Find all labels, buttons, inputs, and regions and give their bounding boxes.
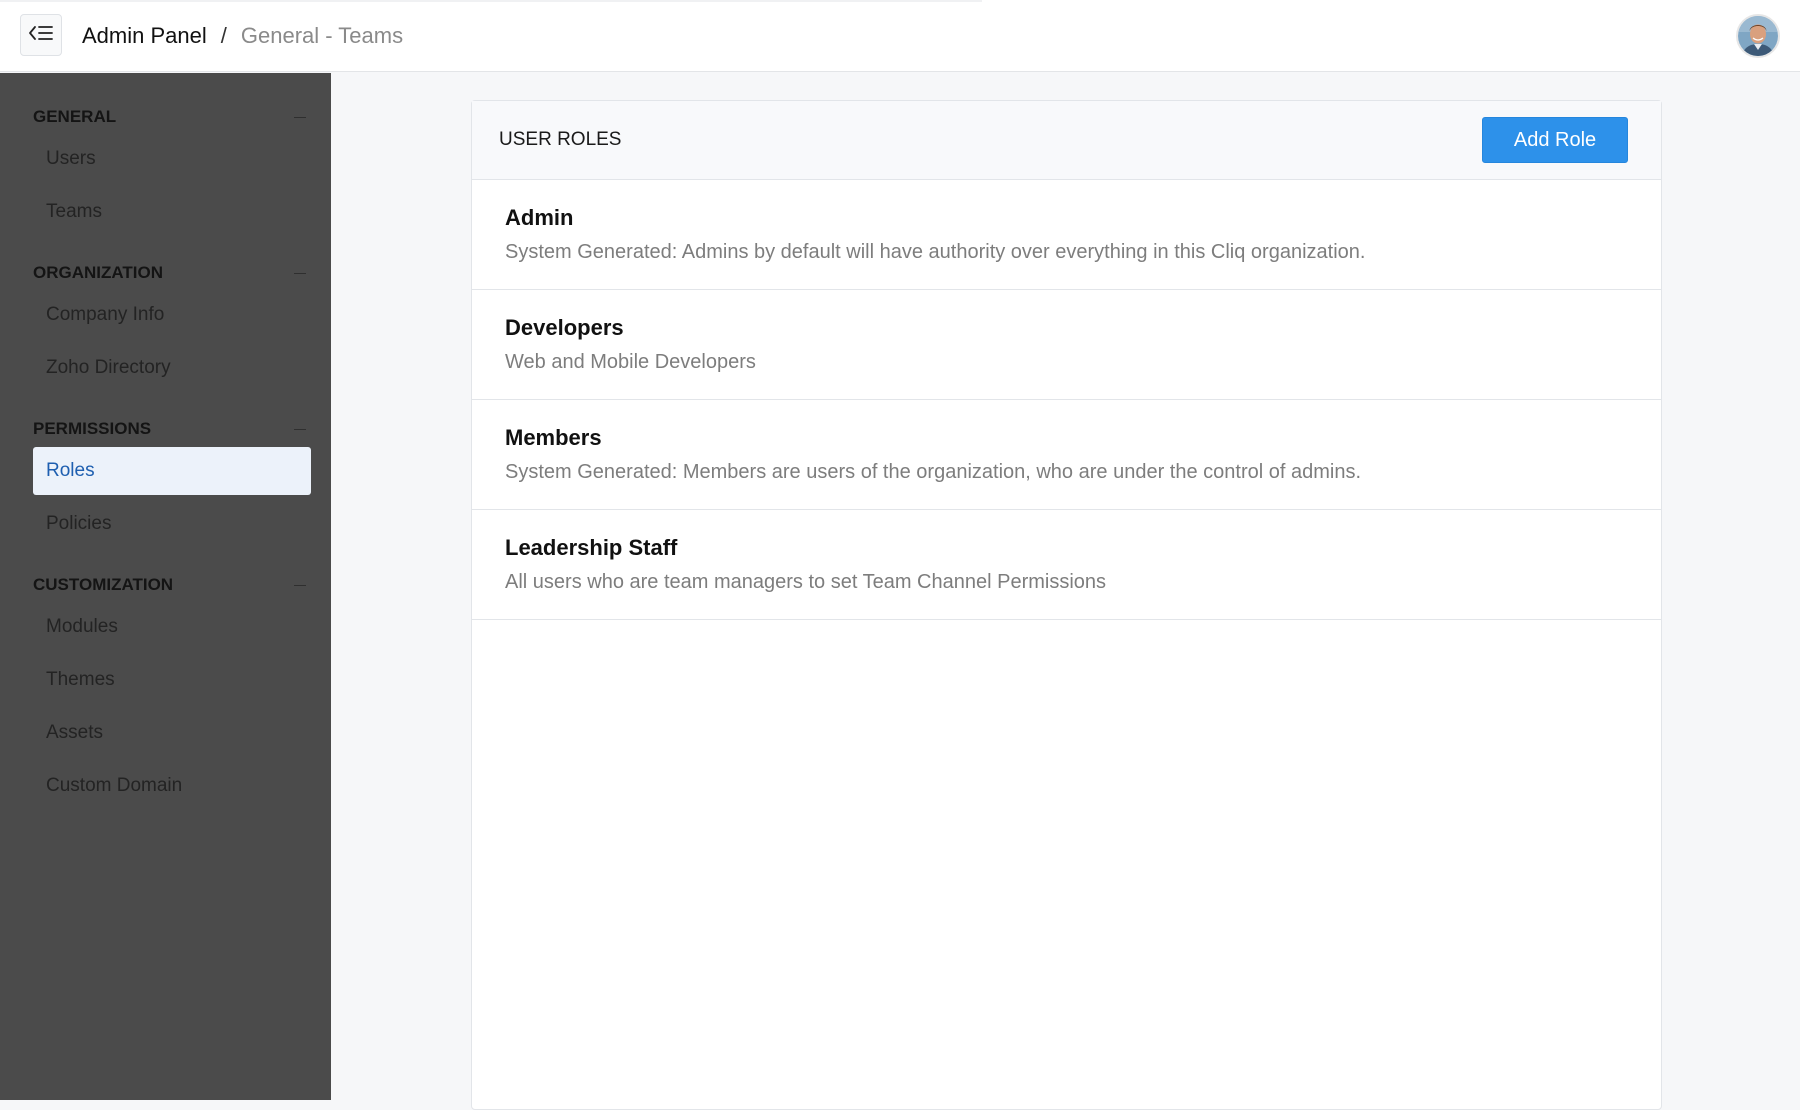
section-title: GENERAL: [33, 107, 117, 126]
sidebar-item-modules[interactable]: Modules: [33, 603, 311, 651]
section-general: GENERAL: [0, 99, 331, 135]
breadcrumb-root[interactable]: Admin Panel: [82, 23, 207, 49]
section-organization: ORGANIZATION: [0, 255, 331, 291]
breadcrumb-current: General - Teams: [240, 23, 404, 48]
sidebar-item-zoho-directory[interactable]: Zoho Directory: [33, 344, 311, 392]
role-row[interactable]: Admin System Generated: Admins by defaul…: [472, 180, 1661, 290]
sidebar-item-users[interactable]: Users: [33, 135, 311, 183]
collapse-menu-icon: [28, 24, 54, 47]
add-role-button[interactable]: Add Role: [1482, 117, 1628, 163]
sidebar-item-teams[interactable]: Teams: [33, 188, 311, 236]
role-row[interactable]: Leadership Staff All users who are team …: [472, 510, 1661, 620]
role-name: Developers: [505, 315, 624, 340]
collapse-icon[interactable]: [294, 116, 306, 118]
sidebar-item-company-info[interactable]: Company Info: [33, 291, 311, 339]
user-avatar[interactable]: [1736, 14, 1780, 58]
role-description: Web and Mobile Developers: [505, 351, 756, 373]
role-description: All users who are team managers to set T…: [505, 571, 1107, 593]
role-description: System Generated: Admins by default will…: [505, 241, 1366, 263]
user-roles-panel: USER ROLES Add Role Admin System Generat…: [471, 100, 1662, 1110]
role-row[interactable]: Developers Web and Mobile Developers: [472, 290, 1661, 400]
section-title: PERMISSIONS: [33, 419, 152, 438]
breadcrumb-separator: /: [220, 23, 227, 48]
sidebar-item-themes[interactable]: Themes: [33, 656, 311, 704]
breadcrumb: Admin Panel / General - Teams: [82, 0, 403, 72]
sidebar-item-policies[interactable]: Policies: [33, 500, 311, 548]
section-title: CUSTOMIZATION: [33, 575, 174, 594]
section-title: ORGANIZATION: [33, 263, 164, 282]
panel-header: USER ROLES Add Role: [472, 101, 1661, 180]
sidebar: GENERAL Users Teams ORGANIZATION Company…: [0, 73, 331, 1100]
panel-title: USER ROLES: [499, 129, 622, 150]
role-description: System Generated: Members are users of t…: [505, 461, 1361, 483]
collapse-icon[interactable]: [294, 584, 306, 586]
sidebar-toggle-button[interactable]: [20, 14, 62, 56]
top-bar: Admin Panel / General - Teams: [0, 0, 1800, 72]
sidebar-item-roles[interactable]: Roles: [33, 447, 311, 495]
section-permissions: PERMISSIONS: [0, 411, 331, 447]
role-name: Members: [505, 425, 602, 450]
section-customization: CUSTOMIZATION: [0, 567, 331, 603]
role-row[interactable]: Members System Generated: Members are us…: [472, 400, 1661, 510]
sidebar-item-assets[interactable]: Assets: [33, 709, 311, 757]
collapse-icon[interactable]: [294, 428, 306, 430]
role-name: Leadership Staff: [505, 535, 678, 560]
sidebar-item-custom-domain[interactable]: Custom Domain: [33, 762, 311, 810]
role-name: Admin: [505, 205, 574, 230]
collapse-icon[interactable]: [294, 272, 306, 274]
main-content: USER ROLES Add Role Admin System Generat…: [331, 73, 1800, 1110]
